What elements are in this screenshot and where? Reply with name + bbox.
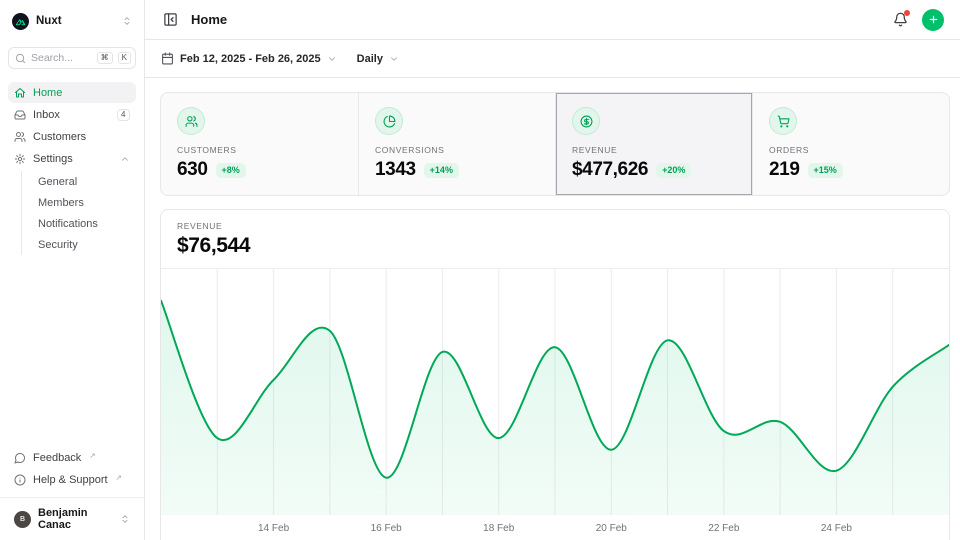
panel-left-close-icon bbox=[163, 12, 178, 27]
search-icon bbox=[15, 53, 26, 64]
sidebar-item-general[interactable]: General bbox=[22, 171, 136, 192]
revenue-chart-card: REVENUE $76,544 14 Feb 16 Feb 18 Feb 20 Feb… bbox=[160, 209, 950, 540]
info-circle-icon bbox=[14, 474, 26, 486]
sidebar: Nuxt ⌘ K Home Inbox 4 bbox=[0, 0, 145, 540]
user-menu[interactable]: B Benjamin Canac bbox=[8, 504, 136, 534]
svg-text:14 Feb: 14 Feb bbox=[258, 523, 290, 534]
message-circle-icon bbox=[14, 452, 26, 464]
stat-value: $477,626 bbox=[572, 159, 648, 181]
sidebar-item-notifications[interactable]: Notifications bbox=[22, 213, 136, 234]
collapse-sidebar-button[interactable] bbox=[161, 10, 180, 29]
svg-text:20 Feb: 20 Feb bbox=[596, 523, 628, 534]
sidebar-item-help-support[interactable]: Help & Support ↗ bbox=[8, 469, 136, 490]
sidebar-item-label: Settings bbox=[33, 153, 73, 165]
search-input[interactable] bbox=[31, 52, 92, 64]
chevrons-up-down-icon bbox=[120, 514, 130, 524]
sidebar-item-label: Feedback bbox=[33, 452, 81, 464]
topbar: Home bbox=[145, 0, 960, 40]
sidebar-item-label: Home bbox=[33, 87, 62, 99]
stat-delta-badge: +20% bbox=[656, 163, 691, 178]
granularity-select[interactable]: Daily bbox=[357, 53, 399, 65]
stat-value: 219 bbox=[769, 159, 800, 181]
filter-toolbar: Feb 12, 2025 - Feb 26, 2025 Daily bbox=[145, 40, 960, 78]
sidebar-item-label: Inbox bbox=[33, 109, 60, 121]
sidebar-item-label: Help & Support bbox=[33, 474, 108, 486]
search-box[interactable]: ⌘ K bbox=[8, 47, 136, 69]
users-icon bbox=[177, 107, 205, 135]
main-area: Home Feb 12, 2025 - Feb 26, 2025 Daily bbox=[145, 0, 960, 540]
stat-label: ORDERS bbox=[769, 145, 933, 155]
stat-delta-badge: +14% bbox=[424, 163, 459, 178]
stat-card-revenue[interactable]: REVENUE $477,626 +20% bbox=[555, 93, 752, 195]
chevrons-up-down-icon bbox=[122, 16, 132, 26]
svg-text:24 Feb: 24 Feb bbox=[821, 523, 853, 534]
chevron-down-icon bbox=[327, 54, 337, 64]
gear-icon bbox=[14, 153, 26, 165]
sidebar-item-home[interactable]: Home bbox=[8, 82, 136, 103]
nuxt-logo-icon bbox=[12, 13, 29, 30]
sidebar-item-feedback[interactable]: Feedback ↗ bbox=[8, 447, 136, 468]
stat-delta-badge: +8% bbox=[216, 163, 246, 178]
stat-label: REVENUE bbox=[572, 145, 736, 155]
add-button[interactable] bbox=[922, 9, 944, 31]
pie-chart-icon bbox=[375, 107, 403, 135]
plus-icon bbox=[928, 14, 939, 25]
external-link-icon: ↗ bbox=[116, 473, 122, 484]
chart-metric-label: REVENUE bbox=[177, 221, 933, 231]
page-title: Home bbox=[191, 12, 227, 27]
home-icon bbox=[14, 87, 26, 99]
kbd-meta: ⌘ bbox=[97, 52, 113, 64]
calendar-icon bbox=[161, 52, 174, 65]
sidebar-item-members[interactable]: Members bbox=[22, 192, 136, 213]
sidebar-nav: Home Inbox 4 Customers Settings Ge bbox=[8, 82, 136, 256]
date-range-label: Feb 12, 2025 - Feb 26, 2025 bbox=[180, 53, 321, 65]
stat-card-conversions[interactable]: CONVERSIONS 1343 +14% bbox=[358, 93, 555, 195]
sidebar-footer-nav: Feedback ↗ Help & Support ↗ bbox=[8, 447, 136, 490]
stat-card-customers[interactable]: CUSTOMERS 630 +8% bbox=[161, 93, 358, 195]
svg-text:18 Feb: 18 Feb bbox=[483, 523, 515, 534]
revenue-area-chart[interactable]: 14 Feb 16 Feb 18 Feb 20 Feb 22 Feb 24 Feb bbox=[161, 269, 949, 539]
workspace-switcher[interactable]: Nuxt bbox=[8, 10, 136, 32]
sidebar-spacer bbox=[8, 256, 136, 434]
external-link-icon: ↗ bbox=[89, 451, 95, 462]
svg-text:22 Feb: 22 Feb bbox=[708, 523, 740, 534]
granularity-label: Daily bbox=[357, 53, 383, 65]
topbar-actions bbox=[891, 9, 944, 31]
inbox-icon bbox=[14, 109, 26, 121]
stat-label: CUSTOMERS bbox=[177, 145, 342, 155]
avatar: B bbox=[14, 511, 31, 528]
notifications-button[interactable] bbox=[891, 10, 910, 29]
stat-card-orders[interactable]: ORDERS 219 +15% bbox=[752, 93, 949, 195]
chart-metric-value: $76,544 bbox=[177, 234, 933, 258]
chart-header: REVENUE $76,544 bbox=[161, 210, 949, 269]
users-icon bbox=[14, 131, 26, 143]
workspace-name: Nuxt bbox=[36, 15, 115, 27]
user-name: Benjamin Canac bbox=[38, 507, 113, 531]
sidebar-divider bbox=[0, 497, 144, 498]
stat-value: 1343 bbox=[375, 159, 416, 181]
kbd-key: K bbox=[118, 52, 131, 64]
inbox-count-badge: 4 bbox=[117, 109, 130, 121]
dashboard-content: CUSTOMERS 630 +8% CONVERSIONS 1343 +14% bbox=[145, 78, 960, 540]
chevron-down-icon bbox=[389, 54, 399, 64]
sidebar-item-label: Customers bbox=[33, 131, 86, 143]
svg-text:16 Feb: 16 Feb bbox=[371, 523, 403, 534]
stat-label: CONVERSIONS bbox=[375, 145, 539, 155]
dollar-circle-icon bbox=[572, 107, 600, 135]
sidebar-item-settings[interactable]: Settings bbox=[8, 148, 136, 169]
chevron-up-icon bbox=[120, 154, 130, 164]
sidebar-item-customers[interactable]: Customers bbox=[8, 126, 136, 147]
notification-dot bbox=[904, 10, 910, 16]
shopping-cart-icon bbox=[769, 107, 797, 135]
stat-delta-badge: +15% bbox=[808, 163, 843, 178]
sidebar-item-inbox[interactable]: Inbox 4 bbox=[8, 104, 136, 125]
sidebar-item-security[interactable]: Security bbox=[22, 234, 136, 255]
stat-value: 630 bbox=[177, 159, 208, 181]
date-range-picker[interactable]: Feb 12, 2025 - Feb 26, 2025 bbox=[161, 52, 337, 65]
stats-row: CUSTOMERS 630 +8% CONVERSIONS 1343 +14% bbox=[160, 92, 950, 196]
chart-plot-area: 14 Feb 16 Feb 18 Feb 20 Feb 22 Feb 24 Feb bbox=[161, 269, 949, 539]
settings-children: General Members Notifications Security bbox=[21, 171, 136, 255]
